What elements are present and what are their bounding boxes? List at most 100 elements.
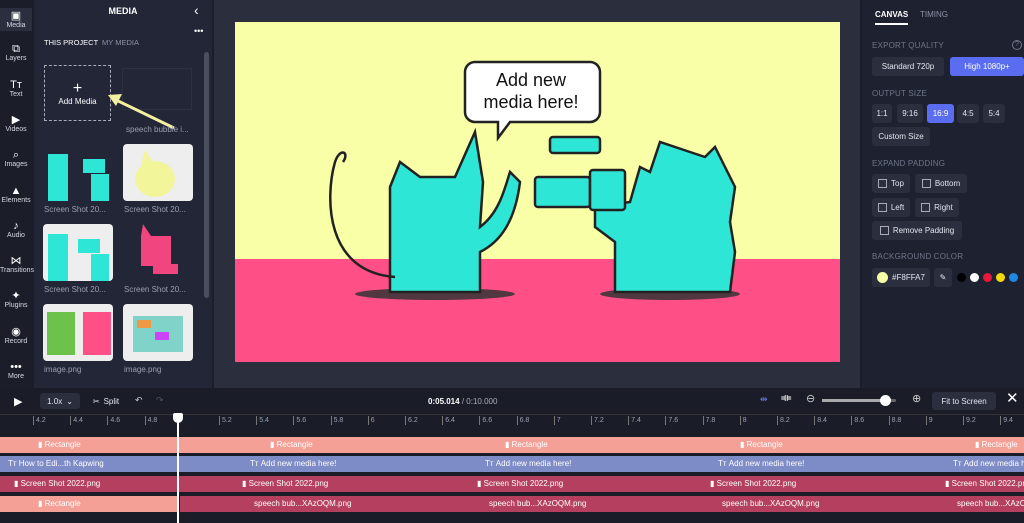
color-value: #F8FFA7 [892, 273, 925, 282]
ruler-divider [0, 414, 1024, 415]
size-9-16-button[interactable]: 9:16 [897, 104, 923, 123]
playhead-handle[interactable] [173, 413, 183, 423]
rail-label: Record [4, 337, 28, 345]
canvas-preview[interactable]: Add new media here! [235, 22, 840, 362]
playhead[interactable] [177, 414, 179, 523]
color-swatch[interactable] [957, 273, 966, 282]
quality-standard-button[interactable]: Standard 720p [872, 57, 944, 76]
redo-icon[interactable]: ↷ [156, 395, 164, 406]
media-thumb[interactable] [43, 144, 113, 201]
undo-icon[interactable]: ↶ [135, 395, 143, 406]
text-icon: Tт [485, 459, 496, 468]
media-thumb[interactable] [123, 144, 193, 201]
image-icon: ▮ [945, 479, 952, 488]
quality-high-button[interactable]: High 1080p+ [950, 57, 1024, 76]
clip-label: ▮ Rectangle [38, 440, 81, 449]
image-icon: ▮ [14, 479, 21, 488]
size-1-1-button[interactable]: 1:1 [872, 104, 892, 123]
size-16-9-button[interactable]: 16:9 [927, 104, 954, 123]
ruler-tick: 7.6 [665, 416, 678, 425]
media-scrollbar[interactable] [204, 52, 209, 298]
rail-item-text[interactable]: Tт Text [0, 79, 32, 98]
checkbox-icon [879, 226, 889, 235]
media-thumb[interactable] [123, 304, 193, 361]
transitions-icon: ⋈ [10, 255, 22, 268]
ruler-tick: 6.4 [442, 416, 455, 425]
collapse-chevron-icon[interactable]: ‹ [194, 2, 199, 18]
rail-item-record[interactable]: ◉ Record [0, 326, 32, 345]
size-4-5-button[interactable]: 4:5 [957, 104, 979, 123]
track-rectangle-bottom[interactable] [0, 496, 178, 512]
rail-item-videos[interactable]: ▶ Videos [0, 114, 32, 133]
rail-item-more[interactable]: ••• More [0, 361, 32, 380]
zoom-slider-handle[interactable] [879, 395, 891, 406]
ruler-tick: 8.4 [814, 416, 827, 425]
play-icon[interactable]: ▶ [14, 395, 22, 408]
clip-label: speech bub...XAzOQM.png [957, 499, 1024, 508]
ruler-tick: 6.2 [405, 416, 418, 425]
text-icon: Tт [8, 459, 19, 468]
remove-padding-checkbox[interactable]: Remove Padding [872, 221, 962, 240]
zoom-in-icon[interactable]: ⊕ [912, 392, 921, 405]
clip-label: speech bub...XAzOQM.png [722, 499, 820, 508]
ruler-tick: 6.6 [479, 416, 492, 425]
tab-my-media[interactable]: MY MEDIA [102, 38, 139, 47]
color-swatch[interactable] [1009, 273, 1018, 282]
clip-label: ▮ Screen Shot 2022.png [477, 479, 564, 488]
media-thumb[interactable] [43, 224, 113, 281]
padding-right-label: Right [934, 203, 953, 212]
tab-this-project[interactable]: THIS PROJECT [44, 38, 98, 47]
rail-item-elements[interactable]: ▲ Elements [0, 185, 32, 204]
background-color-picker[interactable]: #F8FFA7 [872, 268, 930, 287]
more-options-icon[interactable]: ••• [194, 26, 203, 36]
images-icon: ⌕ [12, 149, 20, 162]
color-swatch[interactable] [983, 273, 992, 282]
padding-left-checkbox[interactable]: Left [872, 198, 910, 217]
padding-bottom-checkbox[interactable]: Bottom [915, 174, 967, 193]
split-label: Split [103, 396, 120, 406]
zoom-out-icon[interactable]: ⊖ [806, 392, 815, 405]
media-thumb[interactable] [43, 304, 113, 361]
clip-label: ▮ Rectangle [505, 440, 548, 449]
rail-label: Layers [5, 55, 27, 63]
color-swatch[interactable] [996, 273, 1005, 282]
tab-canvas[interactable]: CANVAS [875, 10, 909, 25]
background-color-label: BACKGROUND COLOR [872, 252, 964, 261]
help-icon[interactable]: ? [1012, 40, 1022, 50]
padding-top-checkbox[interactable]: Top [872, 174, 910, 193]
rail-item-layers[interactable]: ⧉ Layers [0, 43, 32, 62]
zoom-slider[interactable] [822, 395, 896, 406]
rail-item-plugins[interactable]: ✦ Plugins [0, 290, 32, 309]
rail-label: Media [6, 22, 26, 29]
fit-to-screen-button[interactable]: Fit to Screen [932, 392, 996, 410]
rail-label: Text [9, 90, 23, 98]
split-button[interactable]: ✂ Split [89, 393, 123, 409]
snap-icon[interactable]: ⇹ [760, 394, 768, 405]
elements-icon: ▲ [10, 184, 22, 197]
add-media-button[interactable]: + Add Media [44, 65, 111, 121]
size-5-4-button[interactable]: 5:4 [983, 104, 1005, 123]
media-thumb[interactable] [123, 224, 193, 281]
rail-item-images[interactable]: ⌕ Images [0, 149, 32, 168]
scissors-icon: ✂ [92, 396, 100, 406]
text-icon: Tт [953, 459, 964, 468]
padding-right-checkbox[interactable]: Right [915, 198, 959, 217]
speed-select[interactable]: 1.0x ⌄ [40, 393, 80, 409]
clip-label: ▮ Rectangle [270, 440, 313, 449]
split-view-icon[interactable]: ⟚ [781, 392, 791, 405]
rail-item-media[interactable]: ▣ Media [0, 8, 32, 31]
tab-timing[interactable]: TIMING [920, 10, 948, 19]
rail-item-transitions[interactable]: ⋈ Transitions [0, 255, 34, 274]
eyedropper-icon[interactable]: ✎ [934, 268, 952, 287]
rectangle-icon: ▮ [38, 440, 45, 449]
clip-label: Tт How to Edi...th Kapwing [8, 459, 104, 468]
rectangle-icon: ▮ [505, 440, 512, 449]
rail-item-audio[interactable]: ♪ Audio [0, 220, 32, 239]
close-icon[interactable]: ✕ [1006, 389, 1019, 407]
more-icon: ••• [10, 361, 22, 373]
timeline: ▶ 1.0x ⌄ ✂ Split ↶ ↷ 0:05.014 / 0:10.000 ⇹… [0, 388, 1024, 523]
custom-size-button[interactable]: Custom Size [872, 127, 930, 146]
export-quality-label: EXPORT QUALITY [872, 41, 944, 50]
color-swatch[interactable] [970, 273, 979, 282]
rail-label: Videos [5, 125, 27, 133]
